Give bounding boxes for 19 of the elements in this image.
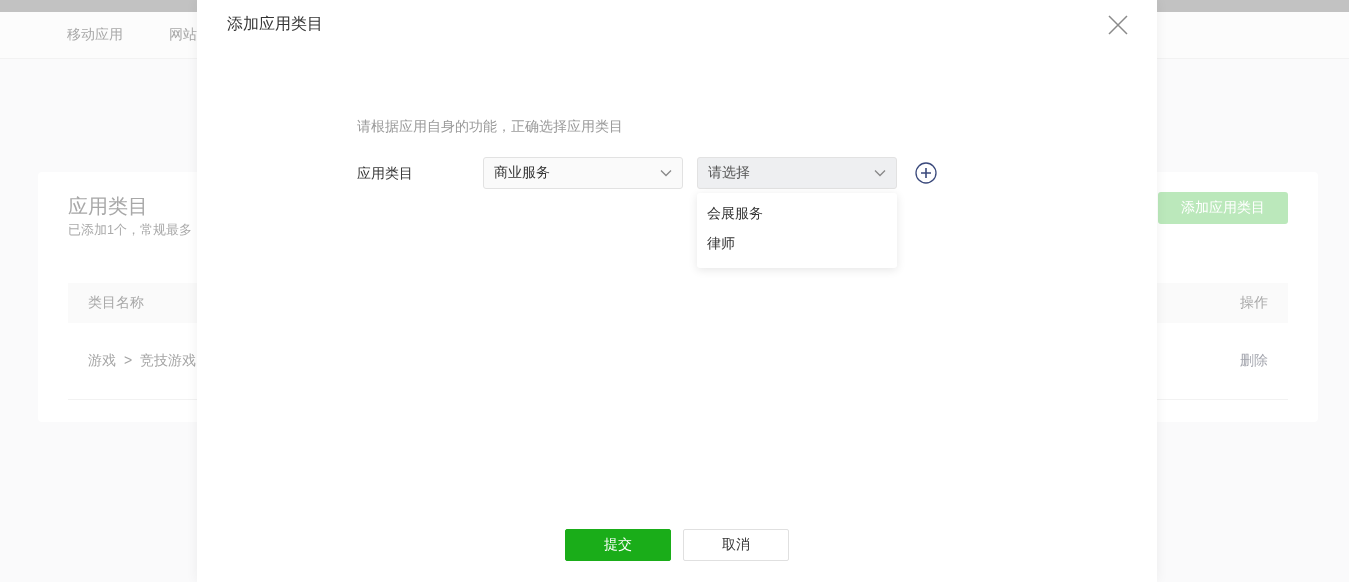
cancel-button[interactable]: 取消 [683,529,789,561]
card-title: 应用类目 [68,194,149,219]
field-label: 应用类目 [357,164,414,183]
dropdown-option[interactable]: 会展服务 [697,198,897,228]
category-name: 竞技游戏 [140,352,197,370]
category-name: 游戏 [88,352,116,370]
chevron-down-icon [660,169,672,177]
add-circle-icon[interactable] [915,162,937,184]
column-header: 操作 [1240,294,1268,312]
close-icon[interactable] [1108,14,1128,35]
path-separator: > [124,352,133,370]
dialog-title: 添加应用类目 [227,14,323,34]
dropdown-option[interactable]: 律师 [697,228,897,258]
chevron-down-icon [874,169,886,177]
hint-text: 请根据应用自身的功能，正确选择应用类目 [357,118,624,136]
category-select[interactable]: 请选择 [697,157,897,189]
category-select[interactable]: 商业服务 [483,157,683,189]
column-header: 类目名称 [88,294,144,312]
card-subtitle: 已添加1个，常规最多 [68,222,192,239]
